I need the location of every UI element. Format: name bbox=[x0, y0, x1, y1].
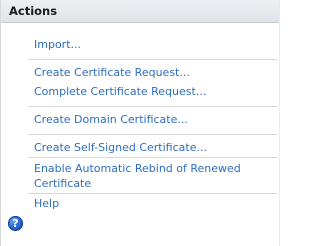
create-domain-certificate-action[interactable]: Create Domain Certificate... bbox=[34, 112, 188, 127]
import-action[interactable]: Import... bbox=[34, 37, 81, 52]
separator bbox=[28, 134, 277, 135]
separator bbox=[28, 59, 277, 60]
actions-header: Actions bbox=[1, 0, 280, 23]
create-certificate-request-action[interactable]: Create Certificate Request... bbox=[34, 65, 190, 80]
help-icon[interactable]: ? bbox=[8, 216, 23, 231]
help-action[interactable]: Help bbox=[34, 196, 59, 211]
complete-certificate-request-action[interactable]: Complete Certificate Request... bbox=[34, 84, 206, 99]
create-self-signed-certificate-action[interactable]: Create Self-Signed Certificate... bbox=[34, 140, 207, 155]
separator bbox=[28, 193, 277, 194]
actions-panel: Actions Import... Create Certificate Req… bbox=[0, 0, 280, 246]
actions-list: Import... Create Certificate Request... … bbox=[1, 23, 280, 246]
panel-right-edge bbox=[279, 0, 280, 246]
actions-title: Actions bbox=[9, 4, 58, 18]
enable-automatic-rebind-action[interactable]: Enable Automatic Rebind of Renewed Certi… bbox=[34, 161, 279, 191]
separator bbox=[28, 106, 277, 107]
separator bbox=[28, 157, 277, 158]
